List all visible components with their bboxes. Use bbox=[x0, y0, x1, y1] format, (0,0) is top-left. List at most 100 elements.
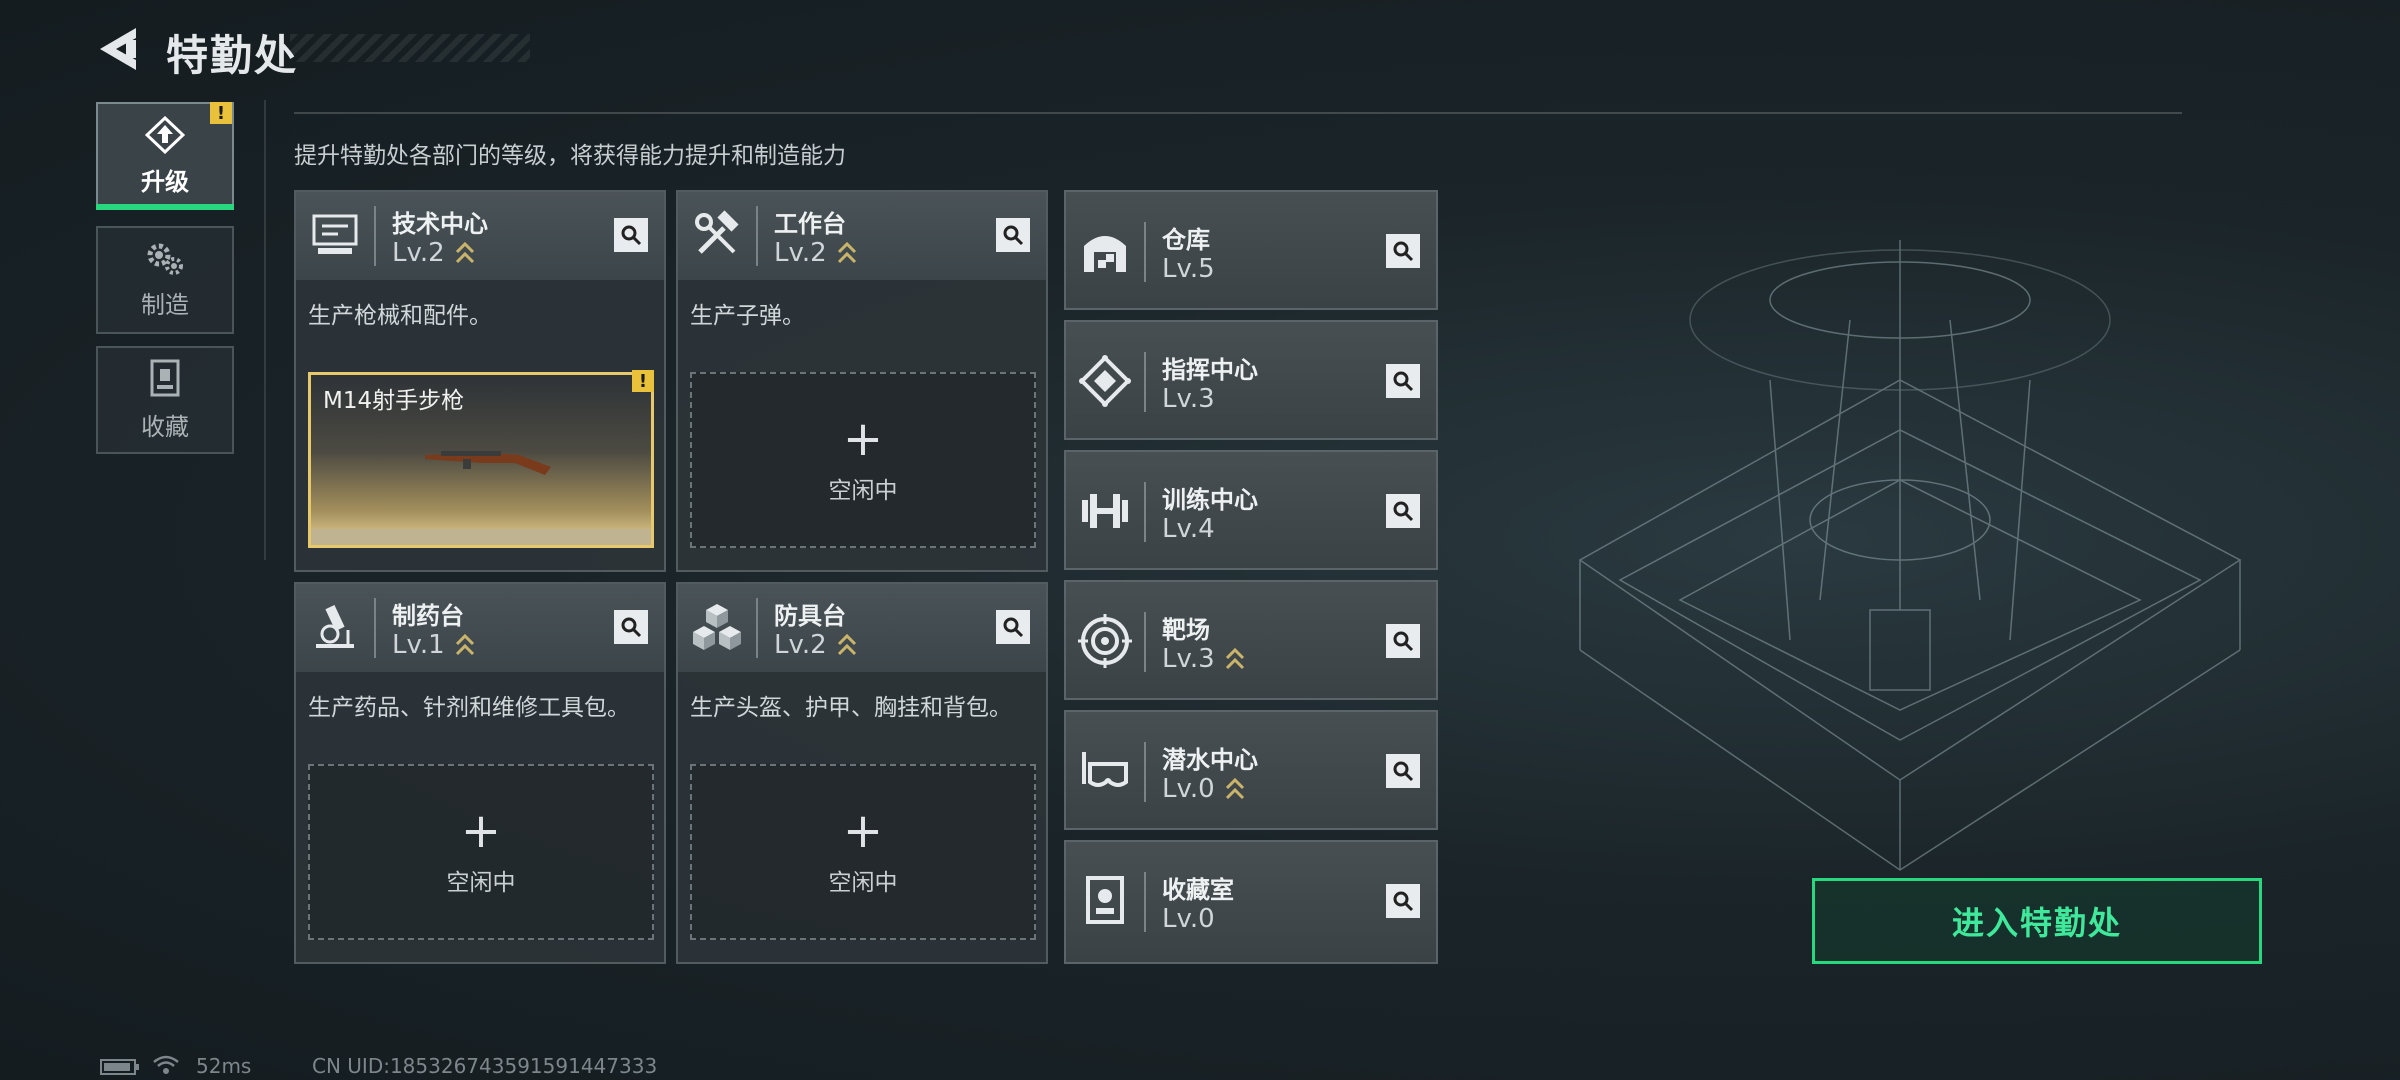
search-button[interactable] bbox=[1386, 234, 1420, 268]
search-icon bbox=[1393, 241, 1414, 262]
facility-name: 指挥中心 bbox=[1162, 356, 1258, 384]
collection-icon bbox=[150, 359, 180, 396]
warehouse-icon bbox=[1084, 236, 1126, 272]
search-icon bbox=[1003, 617, 1024, 638]
active-tab-indicator bbox=[96, 204, 234, 210]
page-subtitle: 提升特勤处各部门的等级，将获得能力提升和制造能力 bbox=[294, 143, 846, 169]
card-header: 制药台 Lv.1 bbox=[296, 584, 664, 672]
base-building-illustration bbox=[1578, 240, 2242, 871]
search-icon bbox=[1393, 761, 1414, 782]
gears-icon bbox=[147, 243, 183, 275]
battery-icon bbox=[100, 1059, 139, 1075]
plus-icon: + bbox=[842, 411, 884, 467]
target-icon bbox=[1078, 614, 1132, 668]
slot-status: 空闲中 bbox=[828, 870, 898, 896]
alert-badge: ! bbox=[632, 370, 654, 392]
upgrade-available-icon bbox=[1225, 777, 1245, 800]
facility-level: Lv.0 bbox=[1162, 774, 1215, 804]
back-arrow-icon[interactable] bbox=[96, 24, 140, 74]
search-icon bbox=[1003, 225, 1024, 246]
department-description: 生产头盔、护甲、胸挂和背包。 bbox=[690, 695, 1012, 721]
department-card-pharmacy[interactable]: 制药台 Lv.1 生产药品、针剂和维修工具包。 + 空闲中 bbox=[294, 582, 666, 964]
facility-level: Lv.0 bbox=[1162, 904, 1215, 934]
slot-status: 空闲中 bbox=[446, 870, 516, 896]
search-button[interactable] bbox=[1386, 494, 1420, 528]
divider bbox=[264, 100, 266, 560]
facility-card-collection-room[interactable]: 收藏室 Lv.0 bbox=[1064, 840, 1438, 964]
search-icon bbox=[1393, 631, 1414, 652]
department-card-armor-bench[interactable]: 防具台 Lv.2 生产头盔、护甲、胸挂和背包。 + 空闲中 bbox=[676, 582, 1048, 964]
department-description: 生产药品、针剂和维修工具包。 bbox=[308, 695, 630, 721]
facility-card-diving-center[interactable]: 潜水中心 Lv.0 bbox=[1064, 710, 1438, 830]
facility-level: Lv.5 bbox=[1162, 254, 1215, 284]
card-header: 技术中心 Lv.2 bbox=[296, 192, 664, 280]
enter-special-ops-button[interactable]: 进入特勤处 bbox=[1812, 878, 2262, 964]
tools-icon bbox=[695, 210, 739, 254]
facility-card-warehouse[interactable]: 仓库 Lv.5 bbox=[1064, 190, 1438, 310]
department-name: 制药台 bbox=[392, 602, 464, 630]
search-button[interactable] bbox=[1386, 884, 1420, 918]
production-slot-empty[interactable]: + 空闲中 bbox=[690, 764, 1036, 940]
facility-level: Lv.3 bbox=[1162, 644, 1215, 674]
search-button[interactable] bbox=[1386, 754, 1420, 788]
dumbbell-icon bbox=[1082, 494, 1128, 528]
search-button[interactable] bbox=[614, 218, 648, 252]
tab-craft-label: 制造 bbox=[141, 290, 189, 319]
upgrade-icon bbox=[145, 115, 185, 154]
department-description: 生产枪械和配件。 bbox=[308, 303, 492, 329]
facility-name: 潜水中心 bbox=[1162, 746, 1258, 774]
search-icon bbox=[621, 225, 642, 246]
facility-name: 仓库 bbox=[1162, 226, 1210, 254]
search-button[interactable] bbox=[614, 610, 648, 644]
facility-card-training-center[interactable]: 训练中心 Lv.4 bbox=[1064, 450, 1438, 570]
monitor-icon bbox=[312, 214, 358, 254]
facility-name: 训练中心 bbox=[1162, 486, 1258, 514]
tab-upgrade-label: 升级 bbox=[141, 167, 189, 196]
facility-name: 收藏室 bbox=[1162, 876, 1234, 904]
department-card-workbench[interactable]: 工作台 Lv.2 生产子弹。 + 空闲中 bbox=[676, 190, 1048, 572]
department-level: Lv.2 bbox=[392, 238, 445, 268]
facility-card-shooting-range[interactable]: 靶场 Lv.3 bbox=[1064, 580, 1438, 700]
card-header: 防具台 Lv.2 bbox=[678, 584, 1046, 672]
search-button[interactable] bbox=[1386, 624, 1420, 658]
card-header: 工作台 Lv.2 bbox=[678, 192, 1046, 280]
diving-mask-icon bbox=[1082, 752, 1128, 787]
wifi-icon bbox=[153, 1055, 179, 1074]
ping-readout: 52ms bbox=[196, 1054, 252, 1078]
search-icon bbox=[621, 617, 642, 638]
upgrade-available-icon bbox=[455, 241, 475, 264]
production-slot-empty[interactable]: + 空闲中 bbox=[690, 372, 1036, 548]
facility-card-command-center[interactable]: 指挥中心 Lv.3 bbox=[1064, 320, 1438, 440]
divider bbox=[294, 112, 2182, 114]
item-name: M14射手步枪 bbox=[323, 388, 465, 414]
plus-icon: + bbox=[460, 803, 502, 859]
tab-craft[interactable]: 制造 bbox=[96, 226, 234, 334]
cubes-icon bbox=[693, 604, 741, 650]
facility-name: 靶场 bbox=[1162, 616, 1210, 644]
search-button[interactable] bbox=[996, 610, 1030, 644]
department-card-tech-center[interactable]: 技术中心 Lv.2 生产枪械和配件。 M14射手步枪 ! bbox=[294, 190, 666, 572]
production-slot-active[interactable]: M14射手步枪 bbox=[308, 372, 654, 548]
rifle-image bbox=[425, 451, 551, 475]
search-icon bbox=[1393, 501, 1414, 522]
department-level: Lv.2 bbox=[774, 238, 827, 268]
facility-level: Lv.3 bbox=[1162, 384, 1215, 414]
department-name: 防具台 bbox=[774, 602, 846, 630]
search-button[interactable] bbox=[1386, 364, 1420, 398]
enter-button-label: 进入特勤处 bbox=[1951, 904, 2122, 942]
upgrade-available-icon bbox=[837, 633, 857, 656]
title-decoration bbox=[290, 34, 530, 62]
department-name: 技术中心 bbox=[392, 210, 488, 238]
search-button[interactable] bbox=[996, 218, 1030, 252]
tab-collection[interactable]: 收藏 bbox=[96, 346, 234, 454]
department-level: Lv.2 bbox=[774, 630, 827, 660]
upgrade-available-icon bbox=[455, 633, 475, 656]
search-icon bbox=[1393, 371, 1414, 392]
microscope-icon bbox=[316, 605, 354, 648]
upgrade-available-icon bbox=[837, 241, 857, 264]
department-description: 生产子弹。 bbox=[690, 303, 805, 329]
user-uid: CN UID:185326743591591447333 bbox=[312, 1054, 658, 1078]
production-slot-empty[interactable]: + 空闲中 bbox=[308, 764, 654, 940]
plus-icon: + bbox=[842, 803, 884, 859]
alert-badge: ! bbox=[210, 102, 232, 124]
